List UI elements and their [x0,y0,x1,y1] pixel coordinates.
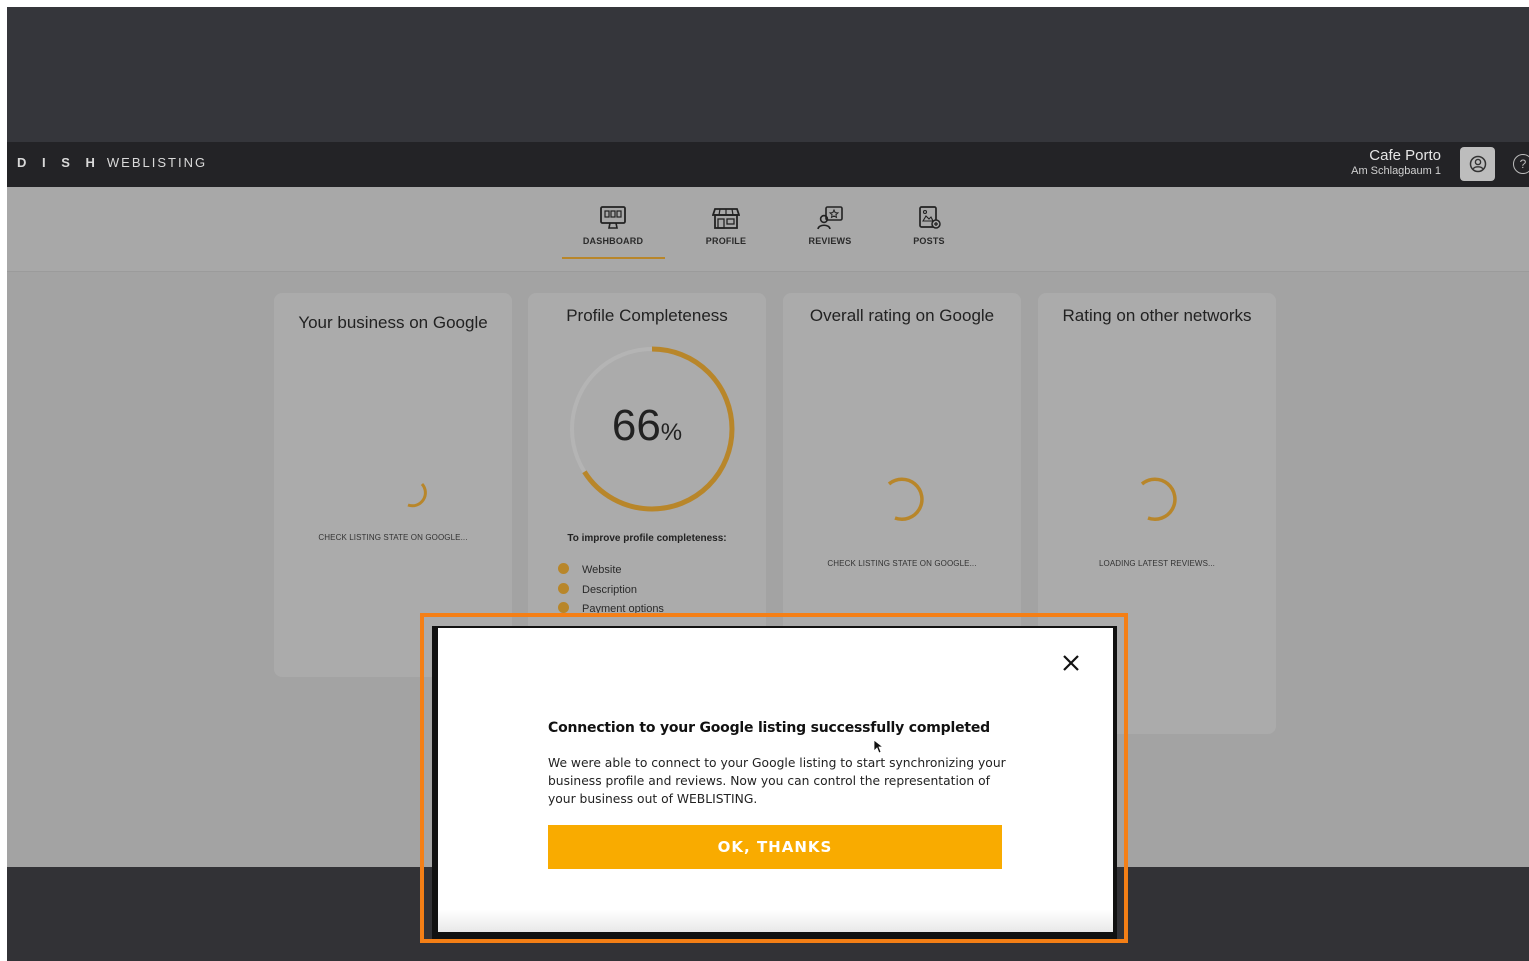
card-other-networks-title: Rating on other networks [1062,306,1252,325]
card-completeness-title: Profile Completeness [566,306,728,325]
loading-spinner-icon [1140,477,1177,521]
modal-bottom-fade [438,910,1113,932]
completeness-value: 66% [528,401,766,451]
post-image-icon [919,206,941,229]
user-menu-button[interactable] [1460,147,1495,181]
card-google-business-title: Your business on Google [298,313,488,332]
user-circle-icon [1469,155,1486,173]
success-modal: Connection to your Google listing succes… [438,628,1113,932]
main-nav: DASHBOARD PROFILE REVIEWS POSTS [7,187,1529,272]
reviews-star-icon [817,206,843,230]
card-google-business-status: CHECK LISTING STATE ON GOOGLE... [318,533,468,542]
ok-thanks-button[interactable]: OK, THANKS [548,825,1002,869]
help-icon[interactable]: ? [1513,154,1529,174]
completeness-unit: % [660,419,683,446]
improve-title: To improve profile completeness: [567,533,727,544]
nav-dashboard-label: DASHBOARD [582,236,644,246]
nav-profile[interactable]: PROFILE [676,205,776,246]
bullet-dot-icon [558,602,569,613]
nav-profile-label: PROFILE [705,236,747,246]
card-overall-rating: Overall rating on Google CHECK LISTING S… [783,293,1021,638]
brand-logo[interactable]: D I S H WEBLISTING [17,155,207,170]
monitor-icon [600,206,626,229]
storefront-icon [712,208,740,229]
completeness-number: 66 [611,401,661,450]
business-address: Am Schlagbaum 1 [1351,165,1441,177]
brand-logo-bold: D I S H [17,155,101,170]
app-window: D I S H WEBLISTING Cafe Porto Am Schlagba… [7,7,1529,961]
nav-posts-label: POSTS [913,236,945,246]
brand-logo-light: WEBLISTING [106,155,208,170]
improve-item-website[interactable]: Website [558,563,622,576]
loading-spinner-icon [407,482,427,508]
nav-reviews[interactable]: REVIEWS [780,205,880,246]
business-name: Cafe Porto [1369,147,1441,164]
card-other-networks-status: LOADING LATEST REVIEWS... [1098,559,1215,568]
close-icon[interactable] [1060,652,1082,674]
card-profile-completeness: Profile Completeness 66% To improve prof… [528,293,766,638]
modal-body: We were able to connect to your Google l… [548,756,1006,806]
card-overall-rating-status: CHECK LISTING STATE ON GOOGLE... [827,559,977,568]
nav-active-indicator [562,257,665,259]
nav-posts[interactable]: POSTS [879,205,979,246]
modal-title: Connection to your Google listing succes… [548,720,990,736]
improve-item-label: Website [582,564,622,576]
nav-dashboard[interactable]: DASHBOARD [563,205,663,246]
nav-reviews-label: REVIEWS [808,236,852,246]
card-overall-rating-title: Overall rating on Google [809,306,995,325]
loading-spinner-icon [887,477,924,521]
top-bar: D I S H WEBLISTING Cafe Porto Am Schlagba… [7,142,1529,187]
bullet-dot-icon [558,563,569,574]
improve-item-description[interactable]: Description [558,583,637,596]
improve-item-label: Description [582,584,638,596]
business-info[interactable]: Cafe Porto Am Schlagbaum 1 [1351,147,1441,178]
bullet-dot-icon [558,583,569,594]
mouse-cursor-icon [873,739,885,754]
